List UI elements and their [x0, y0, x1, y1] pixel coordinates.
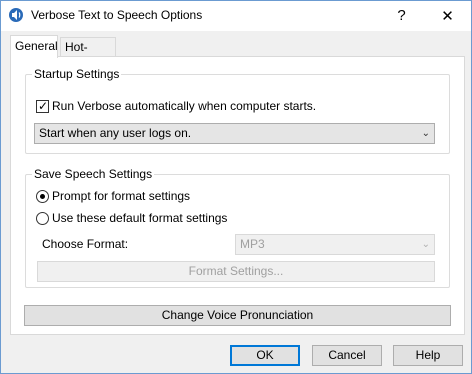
radio-selected-dot — [40, 193, 45, 199]
title-bar: Verbose Text to Speech Options ? ✕ — [1, 1, 471, 31]
checkmark-icon: ✓ — [38, 98, 49, 113]
tab-general[interactable]: General — [10, 35, 58, 58]
help-title-button[interactable]: ? — [379, 1, 424, 30]
startup-settings-title: Startup Settings — [32, 67, 122, 81]
prompt-format-label: Prompt for format settings — [52, 189, 191, 203]
ok-button[interactable]: OK — [230, 345, 300, 366]
save-speech-settings-group: Save Speech Settings Prompt for format s… — [25, 167, 450, 288]
run-automatically-label: Run Verbose automatically when computer … — [52, 99, 317, 113]
save-speech-settings-title: Save Speech Settings — [32, 167, 155, 181]
default-format-radio[interactable] — [36, 211, 49, 225]
run-automatically-row[interactable]: ✓ Run Verbose automatically when compute… — [36, 99, 316, 113]
speaker-icon — [8, 7, 24, 23]
format-settings-button[interactable]: Format Settings... — [37, 261, 435, 282]
prompt-format-row[interactable]: Prompt for format settings — [36, 189, 190, 203]
options-dialog: Verbose Text to Speech Options ? ✕ Gener… — [0, 0, 472, 374]
format-value: MP3 — [240, 237, 265, 251]
default-format-label: Use these default format settings — [52, 211, 228, 225]
tab-hot-keys[interactable]: Hot-Keys — [60, 37, 116, 72]
change-voice-pronunciation-button[interactable]: Change Voice Pronunciation — [24, 305, 451, 326]
start-option-value: Start when any user logs on. — [39, 126, 192, 140]
prompt-format-radio[interactable] — [36, 189, 49, 203]
default-format-row[interactable]: Use these default format settings — [36, 211, 227, 225]
help-button[interactable]: Help — [393, 345, 463, 366]
chevron-down-icon: ⌄ — [421, 239, 430, 250]
start-option-select[interactable]: Start when any user logs on. ⌄ — [34, 123, 435, 144]
general-tab-panel: Startup Settings ✓ Run Verbose automatic… — [10, 56, 465, 335]
run-automatically-checkbox[interactable]: ✓ — [36, 98, 49, 113]
window-title: Verbose Text to Speech Options — [31, 8, 203, 22]
cancel-button[interactable]: Cancel — [312, 345, 382, 366]
close-button[interactable]: ✕ — [425, 1, 470, 30]
startup-settings-group: Startup Settings ✓ Run Verbose automatic… — [25, 67, 450, 154]
format-select[interactable]: MP3 ⌄ — [235, 234, 435, 255]
choose-format-label: Choose Format: — [42, 237, 129, 251]
chevron-down-icon: ⌄ — [421, 128, 430, 139]
